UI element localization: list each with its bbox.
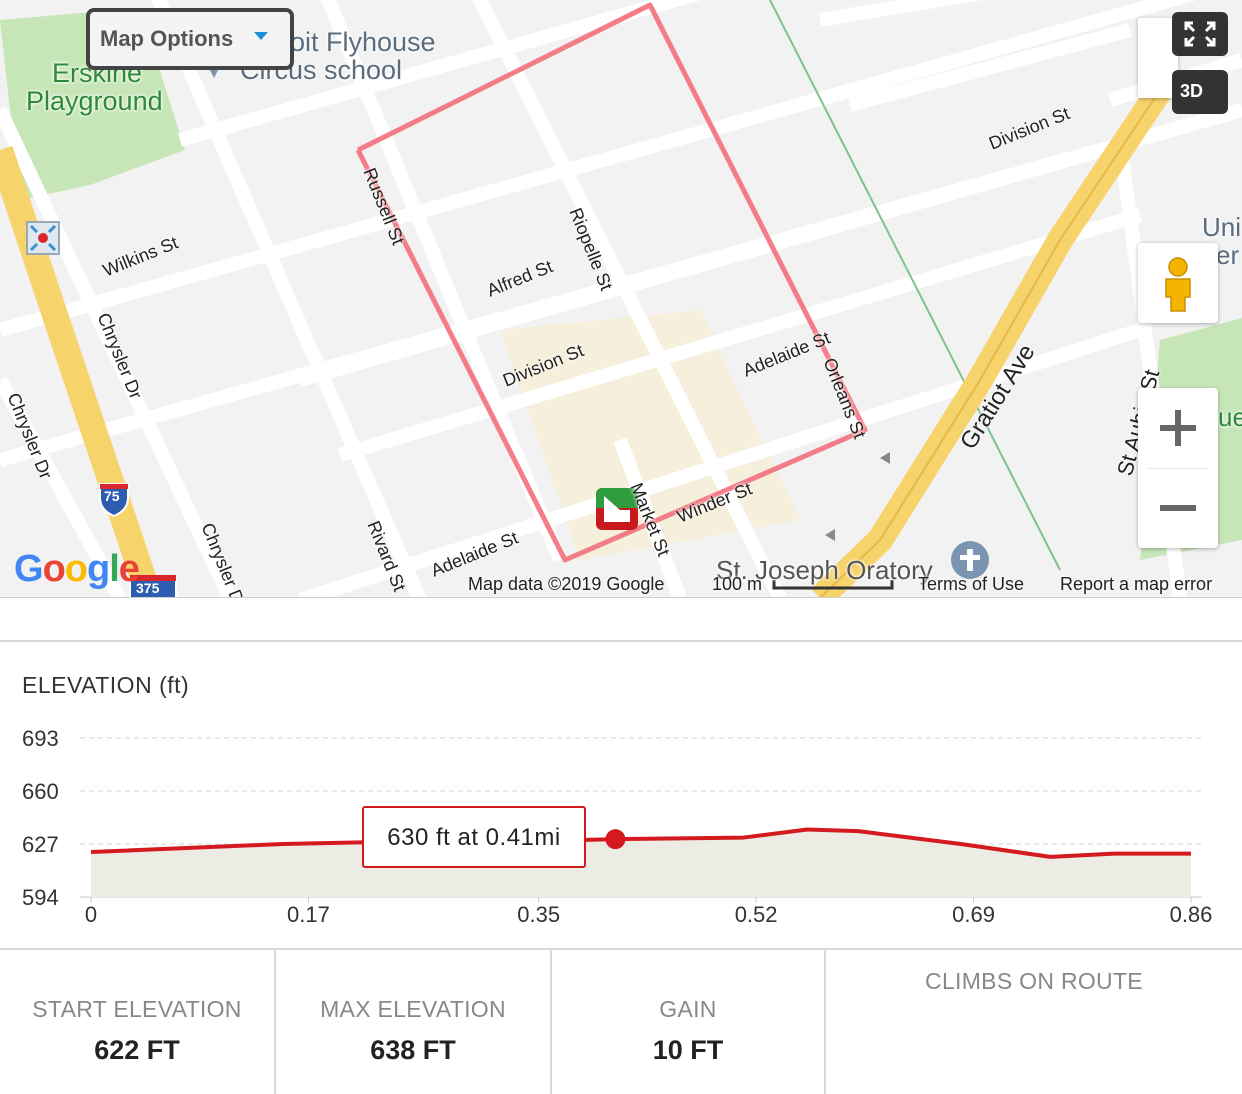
y-tick-label: 627	[22, 832, 59, 857]
map-options-dropdown[interactable]: Map Options	[86, 8, 294, 70]
report-map-error-link[interactable]: Report a map error	[1060, 574, 1212, 595]
x-tick-label: 0	[85, 902, 97, 927]
flyhouse-label: oit Flyhouse	[290, 27, 436, 57]
ue-label: ue	[1218, 402, 1242, 432]
max-elevation-value: 638 FT	[370, 1035, 456, 1065]
elevation-chart[interactable]: 693 660 627 594 0 0.17 0.35 0.52 0.69 0.86	[0, 642, 1242, 952]
elevation-tooltip: 630 ft at 0.41mi	[362, 806, 586, 868]
3d-label: 3D	[1180, 81, 1204, 101]
climbs-on-route-label: CLIMBS ON ROUTE	[925, 968, 1143, 994]
uni-label: Uni	[1202, 212, 1242, 242]
terms-of-use-link[interactable]: Terms of Use	[918, 574, 1024, 595]
3d-toggle-button[interactable]: 3D	[1172, 70, 1228, 114]
playground-label: Playground	[26, 86, 163, 116]
minus-icon	[1160, 505, 1196, 511]
map-canvas[interactable]	[0, 0, 1242, 598]
x-tick-label: 0.86	[1170, 902, 1213, 927]
climbs-on-route-stat: CLIMBS ON ROUTE	[826, 950, 1242, 1094]
fullscreen-icon	[1184, 21, 1216, 47]
y-tick-label: 594	[22, 885, 59, 910]
elevation-hover-marker	[605, 829, 626, 850]
start-elevation-stat: START ELEVATION 622 FT	[0, 950, 276, 1094]
y-tick-label: 660	[22, 779, 59, 804]
gain-stat: GAIN 10 FT	[552, 950, 826, 1094]
max-elevation-label: MAX ELEVATION	[320, 996, 506, 1022]
x-tick-label: 0.69	[952, 902, 995, 927]
crosshair-icon[interactable]	[26, 221, 60, 255]
elevation-panel: ELEVATION (ft) 693 660 627 594 0 0.17 0.35 0.52…	[0, 640, 1242, 950]
google-logo: Google	[14, 548, 140, 590]
street-view-pegman-button[interactable]	[1138, 243, 1218, 323]
x-tick-label: 0.52	[735, 902, 778, 927]
y-tick-label: 693	[22, 726, 59, 751]
start-elevation-value: 622 FT	[94, 1035, 180, 1065]
map-scale-label: 100 m	[712, 574, 763, 594]
pegman-icon	[1165, 257, 1191, 312]
max-elevation-stat: MAX ELEVATION 638 FT	[276, 950, 552, 1094]
er-label: er	[1216, 240, 1240, 270]
map-options-label: Map Options	[100, 26, 234, 51]
plus-icon	[1160, 410, 1196, 446]
zoom-controls	[1138, 388, 1218, 548]
gain-value: 10 FT	[652, 1035, 724, 1065]
stats-bar: START ELEVATION 622 FT MAX ELEVATION 638…	[0, 950, 1242, 1094]
fullscreen-button[interactable]	[1172, 12, 1228, 56]
x-tick-label: 0.17	[287, 902, 330, 927]
map-view[interactable]: Erskine Playground oit Flyhouse Circus s…	[0, 0, 1242, 598]
x-tick-label: 0.35	[517, 902, 560, 927]
zoom-out-button[interactable]	[1138, 468, 1218, 548]
zoom-in-button[interactable]	[1138, 388, 1218, 468]
start-elevation-label: START ELEVATION	[32, 996, 242, 1022]
map-attribution: Map data ©2019 Google	[468, 574, 665, 594]
gain-label: GAIN	[659, 996, 717, 1022]
chevron-down-icon	[254, 32, 268, 40]
i375-label: 375	[136, 580, 160, 596]
i75-label: 75	[104, 488, 120, 504]
